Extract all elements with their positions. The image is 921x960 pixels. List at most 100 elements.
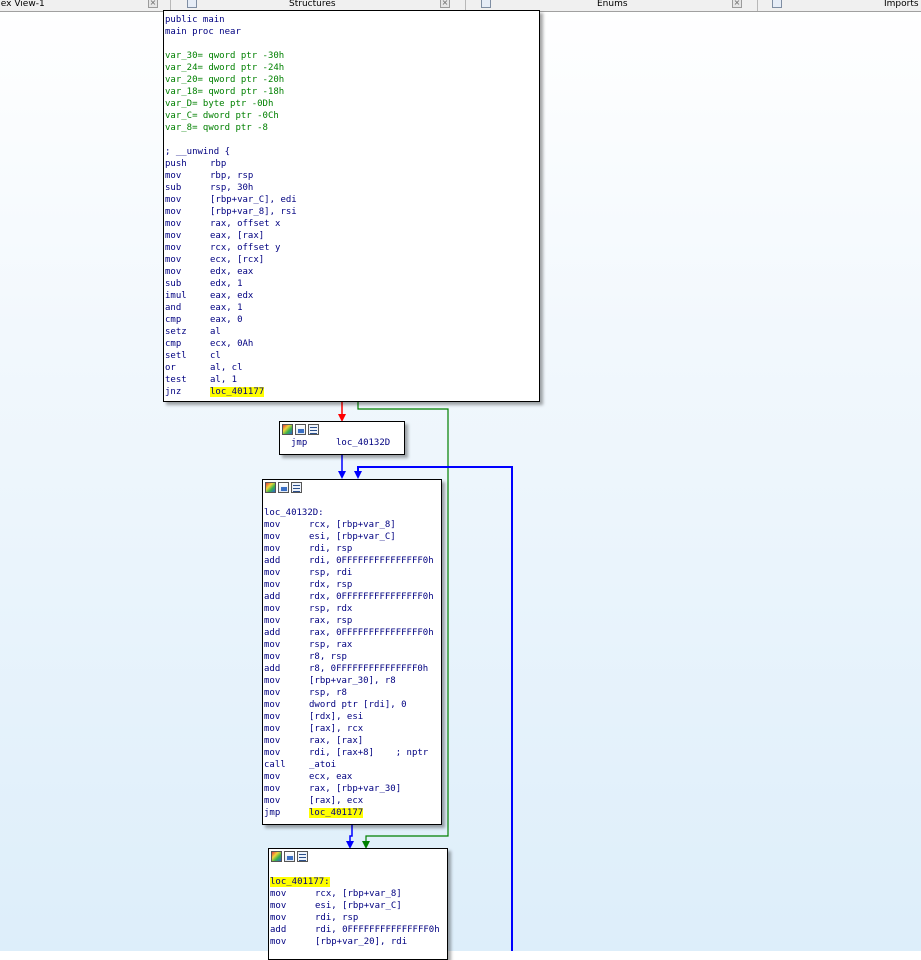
- asm-mnemonic: mov: [264, 736, 281, 746]
- asm-line: [263, 495, 441, 507]
- asm-mnemonic: mov: [264, 580, 281, 590]
- node-menu-icon[interactable]: [297, 851, 308, 862]
- asm-mnemonic: sub: [165, 279, 182, 289]
- asm-line: push rbp: [164, 158, 539, 170]
- asm-mnemonic: cmp: [165, 315, 182, 325]
- asm-line: mov eax, [rax]: [164, 230, 539, 242]
- asm-operand: rsp, rdx: [309, 604, 353, 614]
- asm-text: loc_40132D:: [264, 508, 324, 518]
- graph-overview-icon[interactable]: [271, 851, 282, 862]
- asm-mnemonic: add: [264, 592, 281, 602]
- asm-line: mov ecx, eax: [263, 771, 441, 783]
- asm-operand: rsp, rdi: [309, 568, 353, 578]
- node-menu-icon[interactable]: [308, 424, 319, 435]
- asm-line: jmp loc_401177: [263, 807, 441, 819]
- asm-line: mov [rdx], esi: [263, 711, 441, 723]
- graph-overview-icon[interactable]: [282, 424, 293, 435]
- asm-mnemonic: mov: [165, 255, 182, 265]
- asm-line: mov ecx, [rcx]: [164, 254, 539, 266]
- asm-line: cmp ecx, 0Ah: [164, 338, 539, 350]
- asm-line: cmp eax, 0: [164, 314, 539, 326]
- asm-line: mov esi, [rbp+var_C]: [263, 531, 441, 543]
- asm-mnemonic: setl: [165, 351, 187, 361]
- asm-operand[interactable]: loc_401177: [309, 808, 364, 818]
- edge-false-branch: [338, 400, 346, 422]
- asm-mnemonic: or: [165, 363, 176, 373]
- asm-line: mov [rbp+var_20], rdi: [269, 936, 447, 948]
- asm-line: mov edx, eax: [164, 266, 539, 278]
- asm-operand: [rax], rcx: [309, 724, 364, 734]
- asm-mnemonic: mov: [165, 267, 182, 277]
- asm-mnemonic: and: [165, 303, 182, 313]
- node-menu-icon[interactable]: [291, 482, 302, 493]
- asm-operand: rdi, 0FFFFFFFFFFFFFFF0h: [315, 925, 440, 935]
- asm-mnemonic: mov: [264, 700, 281, 710]
- asm-line: mov rbp, rsp: [164, 170, 539, 182]
- asm-operand: dword ptr [rdi], 0: [309, 700, 407, 710]
- asm-mnemonic: mov: [264, 676, 281, 686]
- asm-line: mov rsp, rdi: [263, 567, 441, 579]
- edit-node-icon[interactable]: [278, 482, 289, 493]
- asm-mnemonic: jmp: [291, 438, 308, 448]
- asm-line: mov rcx, [rbp+var_8]: [269, 888, 447, 900]
- edit-node-icon[interactable]: [284, 851, 295, 862]
- graph-node-loc-40132D[interactable]: loc_40132D: mov rcx, [rbp+var_8] mov esi, [r…: [262, 479, 442, 825]
- node-header: [263, 480, 441, 495]
- asm-line: mov rdi, rsp: [269, 912, 447, 924]
- edit-node-icon[interactable]: [295, 424, 306, 435]
- asm-line: mov [rbp+var_C], edi: [164, 194, 539, 206]
- asm-mnemonic: mov: [264, 712, 281, 722]
- asm-mnemonic: mov: [264, 640, 281, 650]
- asm-mnemonic: mov: [264, 688, 281, 698]
- asm-mnemonic: mov: [264, 772, 281, 782]
- asm-text: var_8= qword ptr -8: [165, 123, 268, 133]
- asm-operand: rax, offset x: [210, 219, 281, 229]
- node-header: [269, 849, 447, 864]
- asm-line: setz al: [164, 326, 539, 338]
- asm-operand: rbp, rsp: [210, 171, 254, 181]
- asm-operand: rcx, [rbp+var_8]: [315, 889, 402, 899]
- asm-mnemonic: test: [165, 375, 187, 385]
- asm-mnemonic: mov: [264, 748, 281, 758]
- asm-line: public main: [164, 14, 539, 26]
- asm-operand: rax, [rax]: [309, 736, 364, 746]
- asm-text: main proc near: [165, 27, 241, 37]
- asm-text: var_24= dword ptr -24h: [165, 63, 285, 73]
- asm-mnemonic: mov: [264, 544, 281, 554]
- asm-operand: eax, 0: [210, 315, 243, 325]
- asm-line: mov rdx, rsp: [263, 579, 441, 591]
- asm-operand: al: [210, 327, 221, 337]
- asm-mnemonic: jnz: [165, 387, 182, 397]
- asm-line: test al, 1: [164, 374, 539, 386]
- asm-line: mov rdi, [rax+8] ; nptr: [263, 747, 441, 759]
- asm-operand: al, cl: [210, 363, 243, 373]
- asm-line: or al, cl: [164, 362, 539, 374]
- asm-operand: rdi, rsp: [315, 913, 359, 923]
- asm-line: add r8, 0FFFFFFFFFFFFFFF0h: [263, 663, 441, 675]
- asm-operand: ecx, 0Ah: [210, 339, 254, 349]
- asm-text: var_C= dword ptr -0Ch: [165, 111, 279, 121]
- asm-mnemonic: mov: [165, 219, 182, 229]
- graph-node-loc-401177[interactable]: loc_401177: mov rcx, [rbp+var_8] mov esi, [r…: [268, 848, 448, 960]
- graph-node-main[interactable]: public main main proc near var_30= qword p…: [163, 10, 540, 402]
- asm-line: ; __unwind {: [164, 146, 539, 158]
- asm-line: jnz loc_401177: [164, 386, 539, 398]
- asm-mnemonic: mov: [165, 243, 182, 253]
- graph-node-jmp[interactable]: jmp loc_40132D: [279, 421, 405, 455]
- asm-line: mov dword ptr [rdi], 0: [263, 699, 441, 711]
- asm-operand: eax, [rax]: [210, 231, 265, 241]
- asm-operand: esi, [rbp+var_C]: [309, 532, 396, 542]
- asm-operand: rdi, 0FFFFFFFFFFFFFFF0h: [309, 556, 434, 566]
- asm-line: mov [rbp+var_8], rsi: [164, 206, 539, 218]
- asm-line: var_18= qword ptr -18h: [164, 86, 539, 98]
- asm-operand: ecx, [rcx]: [210, 255, 265, 265]
- graph-overview-icon[interactable]: [265, 482, 276, 493]
- asm-operand: [rbp+var_C], edi: [210, 195, 297, 205]
- asm-line: mov rax, [rbp+var_30]: [263, 783, 441, 795]
- asm-line: [164, 38, 539, 50]
- asm-line: mov rax, rsp: [263, 615, 441, 627]
- asm-operand[interactable]: loc_401177: [210, 387, 265, 397]
- asm-mnemonic: add: [270, 925, 287, 935]
- asm-line: mov [rax], ecx: [263, 795, 441, 807]
- asm-mnemonic: mov: [264, 784, 281, 794]
